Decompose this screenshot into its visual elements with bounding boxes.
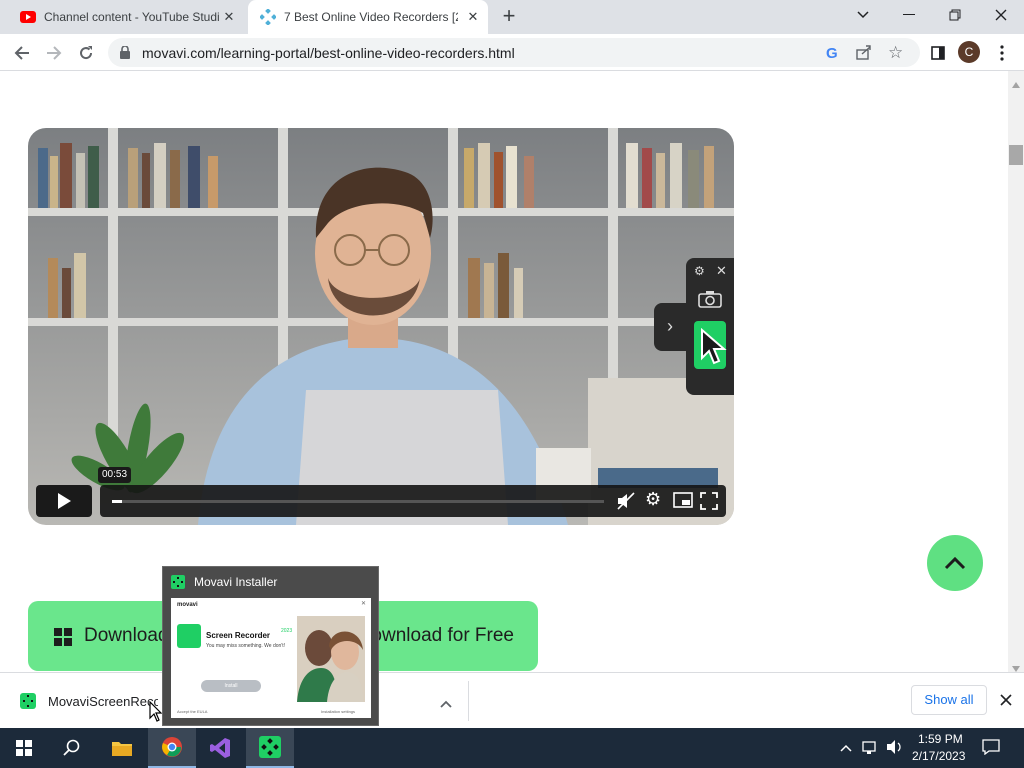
install-button: Install xyxy=(201,680,261,692)
installer-window-thumbnail: movavi ✕ Screen Recorder 2023 You may mi… xyxy=(171,598,371,718)
clock-time[interactable]: 1:59 PM xyxy=(918,732,963,746)
cursor-arrow-icon xyxy=(700,327,728,371)
scrollbar-thumb[interactable] xyxy=(1009,145,1023,165)
download-button-label: Download for Free xyxy=(357,625,514,646)
tab-strip: Channel content - YouTube Studio ✕ 7 Bes… xyxy=(0,0,1024,34)
progress-bar xyxy=(112,500,604,503)
volume-icon[interactable] xyxy=(886,739,904,758)
download-file-name[interactable]: MovaviScreenReco....exe xyxy=(48,694,158,709)
notifications-icon[interactable] xyxy=(982,739,1000,758)
back-icon[interactable] xyxy=(10,41,34,65)
pip-icon[interactable] xyxy=(673,492,693,513)
url-text: movavi.com/learning-portal/best-online-v… xyxy=(142,45,515,61)
network-icon[interactable] xyxy=(862,739,880,758)
eula-label: Accept the EULA xyxy=(177,709,208,714)
mute-icon[interactable] xyxy=(616,491,636,516)
product-name: Screen Recorder xyxy=(206,631,271,640)
tab-video-recorders[interactable]: 7 Best Online Video Recorders [2023] ✕ xyxy=(248,0,488,34)
lock-icon xyxy=(120,45,130,64)
share-icon[interactable] xyxy=(856,45,872,65)
tab-title: Channel content - YouTube Studio xyxy=(44,10,220,24)
download-for-free-button[interactable]: Download for Free xyxy=(358,601,538,671)
chrome-icon[interactable] xyxy=(148,728,196,768)
clock-date[interactable]: 2/17/2023 xyxy=(912,749,965,763)
product-year: 2023 xyxy=(281,628,293,634)
page-scrollbar[interactable] xyxy=(1008,71,1024,672)
close-icon[interactable]: ✕ xyxy=(716,263,727,279)
start-button[interactable] xyxy=(0,728,48,768)
minimize-button[interactable] xyxy=(886,0,932,30)
recorder-widget: › ⚙ ✕ xyxy=(654,258,734,398)
download-button-left[interactable]: Download xyxy=(28,601,172,671)
screen-recorder-logo xyxy=(177,624,201,648)
installer-preview-popup[interactable]: Movavi Installer movavi ✕ Screen Recorde… xyxy=(162,566,379,726)
youtube-icon xyxy=(20,11,36,23)
scroll-up-arrow-icon[interactable] xyxy=(1012,75,1020,93)
popup-title: Movavi Installer xyxy=(194,575,278,589)
download-shelf: MovaviScreenReco....exe Show all xyxy=(0,672,1024,728)
product-tagline: You may miss something. We don't! xyxy=(206,643,286,649)
progress-track[interactable]: ⚙ xyxy=(100,485,726,517)
profile-avatar[interactable]: C xyxy=(958,41,980,63)
tab-youtube-studio[interactable]: Channel content - YouTube Studio ✕ xyxy=(8,0,244,34)
tray-chevron-icon[interactable] xyxy=(840,740,852,755)
tab-search-icon[interactable] xyxy=(840,0,886,30)
close-window-button[interactable] xyxy=(978,0,1024,30)
shelf-divider xyxy=(468,681,469,721)
widget-panel: ⚙ ✕ xyxy=(686,258,734,395)
file-explorer-icon[interactable] xyxy=(98,728,146,768)
camera-icon[interactable] xyxy=(698,290,722,313)
tab-title: 7 Best Online Video Recorders [2023] xyxy=(284,10,458,24)
search-icon[interactable] xyxy=(48,728,96,768)
windows-taskbar: 1:59 PM 2/17/2023 xyxy=(0,728,1024,768)
show-all-button[interactable]: Show all xyxy=(911,685,987,715)
reload-icon[interactable] xyxy=(74,41,98,65)
movavi-file-icon xyxy=(20,693,36,714)
fullscreen-icon[interactable] xyxy=(700,492,718,515)
google-icon[interactable]: G xyxy=(826,45,838,62)
promo-photo xyxy=(297,616,365,702)
close-tab-icon[interactable]: ✕ xyxy=(222,10,236,24)
bookmark-star-icon[interactable]: ☆ xyxy=(888,43,903,63)
play-button[interactable] xyxy=(36,485,92,517)
side-panel-icon[interactable] xyxy=(926,41,950,65)
menu-kebab-icon[interactable] xyxy=(990,41,1014,65)
new-tab-button[interactable]: + xyxy=(498,5,520,27)
video-control-bar: ⚙ 00:53 xyxy=(36,467,726,517)
progress-fill xyxy=(112,500,122,503)
forward-icon[interactable] xyxy=(42,41,66,65)
page-content: › ⚙ ✕ ⚙ 00:53 Download Download for Free xyxy=(0,71,1008,672)
visual-studio-icon[interactable] xyxy=(196,728,244,768)
video-frame xyxy=(28,128,734,525)
scroll-to-top-button[interactable] xyxy=(927,535,983,591)
movavi-taskbar-icon[interactable] xyxy=(246,728,294,768)
gear-icon[interactable]: ⚙ xyxy=(694,264,705,278)
movavi-installer-icon xyxy=(171,575,185,594)
restore-button[interactable] xyxy=(932,0,978,30)
video-player[interactable]: › ⚙ ✕ ⚙ 00:53 xyxy=(28,128,734,525)
time-tooltip: 00:53 xyxy=(98,467,132,483)
windows-icon xyxy=(54,628,72,652)
movavi-brand: movavi xyxy=(177,602,198,608)
movavi-icon xyxy=(259,8,277,26)
widget-collapse-tab[interactable]: › xyxy=(654,303,686,351)
settings-gear-icon[interactable]: ⚙ xyxy=(645,489,661,510)
mouse-cursor-icon xyxy=(149,700,163,728)
close-tab-icon[interactable]: ✕ xyxy=(466,10,480,24)
download-button-label: Download xyxy=(84,625,169,646)
close-shelf-icon[interactable] xyxy=(1000,693,1012,711)
installation-settings-label: Installation settings xyxy=(321,709,356,714)
download-options-chevron-icon[interactable] xyxy=(440,695,452,713)
browser-toolbar: movavi.com/learning-portal/best-online-v… xyxy=(0,34,1024,71)
thumbnail-close-icon: ✕ xyxy=(361,601,367,607)
address-bar[interactable]: movavi.com/learning-portal/best-online-v… xyxy=(108,38,920,67)
